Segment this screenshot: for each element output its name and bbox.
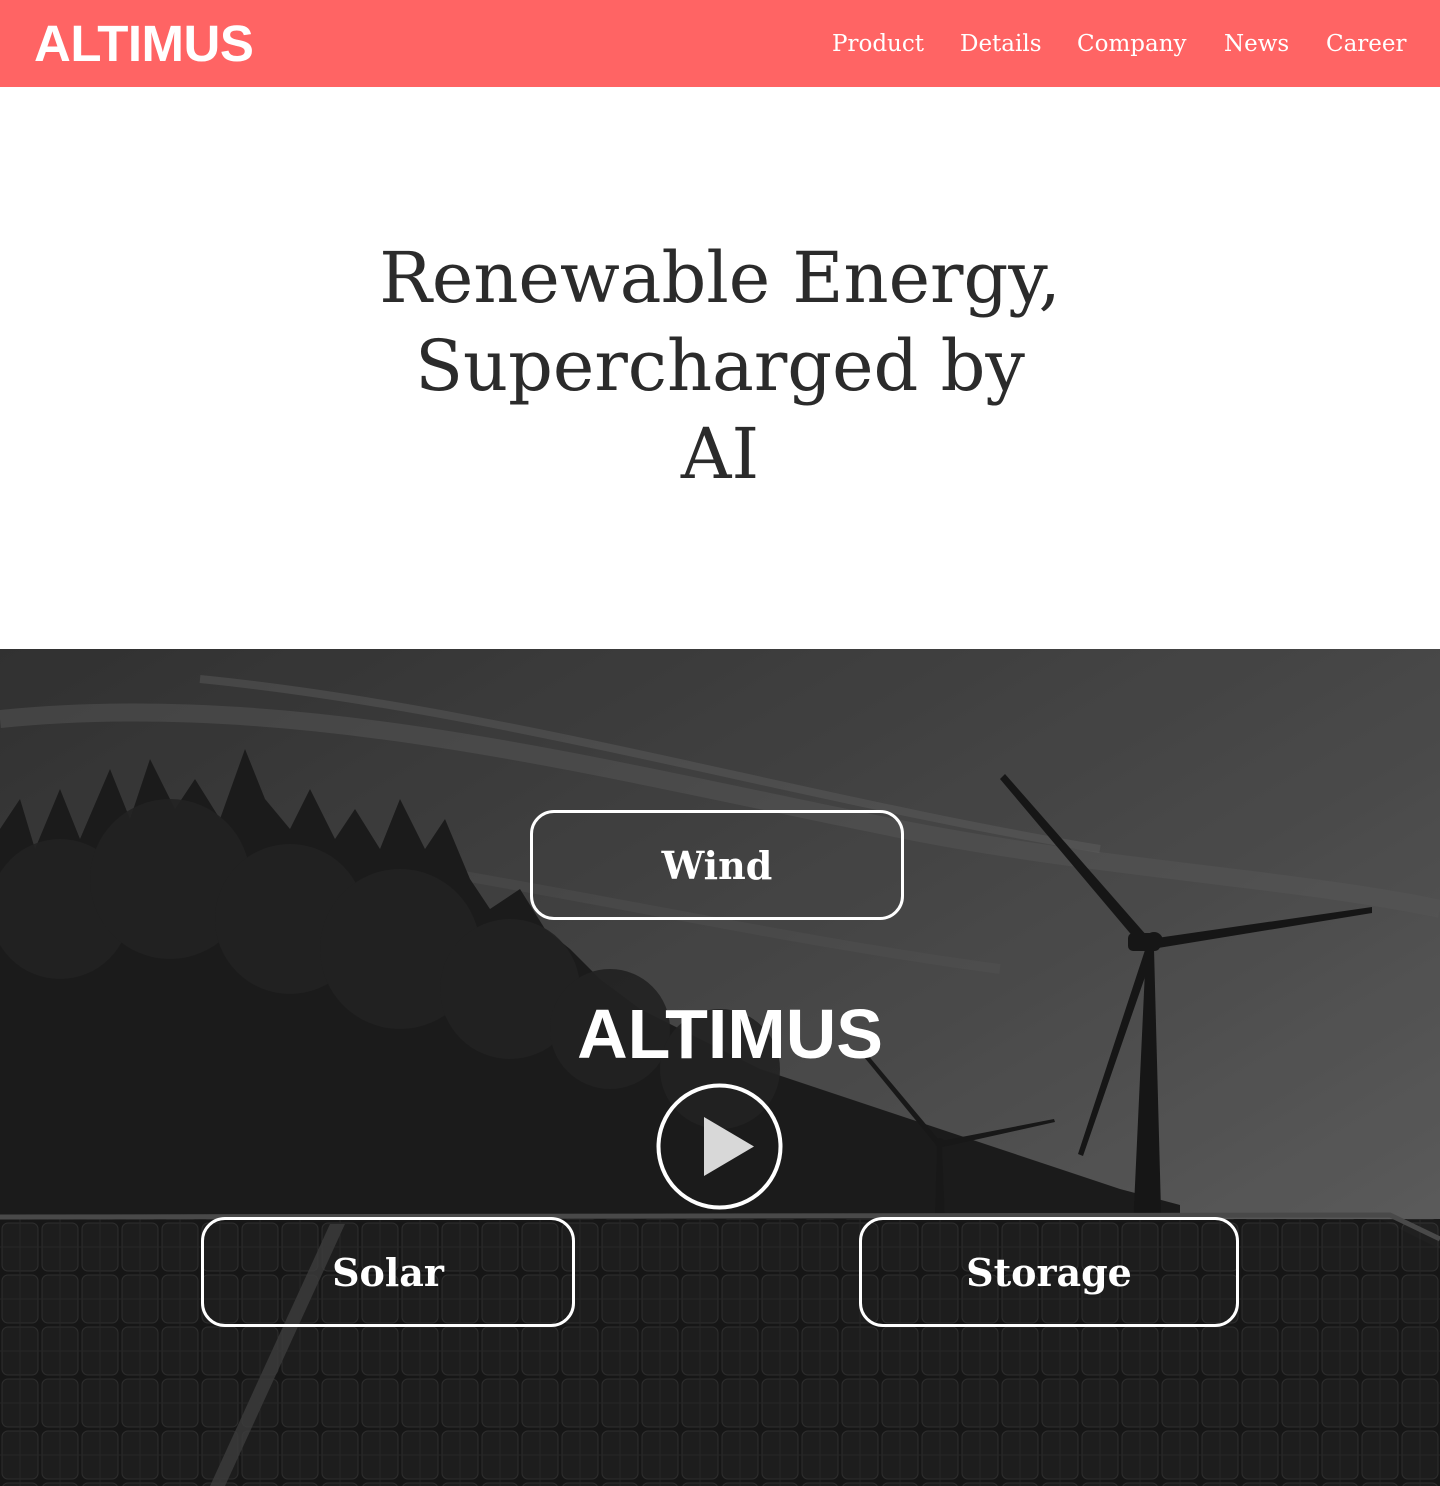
top-navbar: ALTIMUS Product Details Company News Car… (0, 0, 1440, 87)
video-brand-title: ALTIMUS (577, 995, 883, 1073)
play-icon (656, 1083, 783, 1210)
hero-headline-line-2: Supercharged by (415, 325, 1025, 407)
logo[interactable]: ALTIMUS (34, 14, 254, 74)
hero-headline-line-3: AI (680, 413, 760, 495)
nav-item-company[interactable]: Company (1077, 28, 1187, 60)
hero-headline-line-1: Renewable Energy, (379, 237, 1061, 319)
hero-headline: Renewable Energy, Supercharged by AI (0, 234, 1440, 498)
solar-button[interactable]: Solar (201, 1217, 575, 1327)
wind-button[interactable]: Wind (530, 810, 904, 920)
play-button[interactable] (656, 1083, 783, 1210)
nav-item-details[interactable]: Details (960, 28, 1042, 60)
nav-item-career[interactable]: Career (1326, 28, 1407, 60)
nav-item-product[interactable]: Product (832, 28, 924, 60)
nav-item-news[interactable]: News (1224, 28, 1289, 60)
video-section: Wind ALTIMUS Solar Storage (0, 649, 1440, 1486)
storage-button[interactable]: Storage (859, 1217, 1239, 1327)
